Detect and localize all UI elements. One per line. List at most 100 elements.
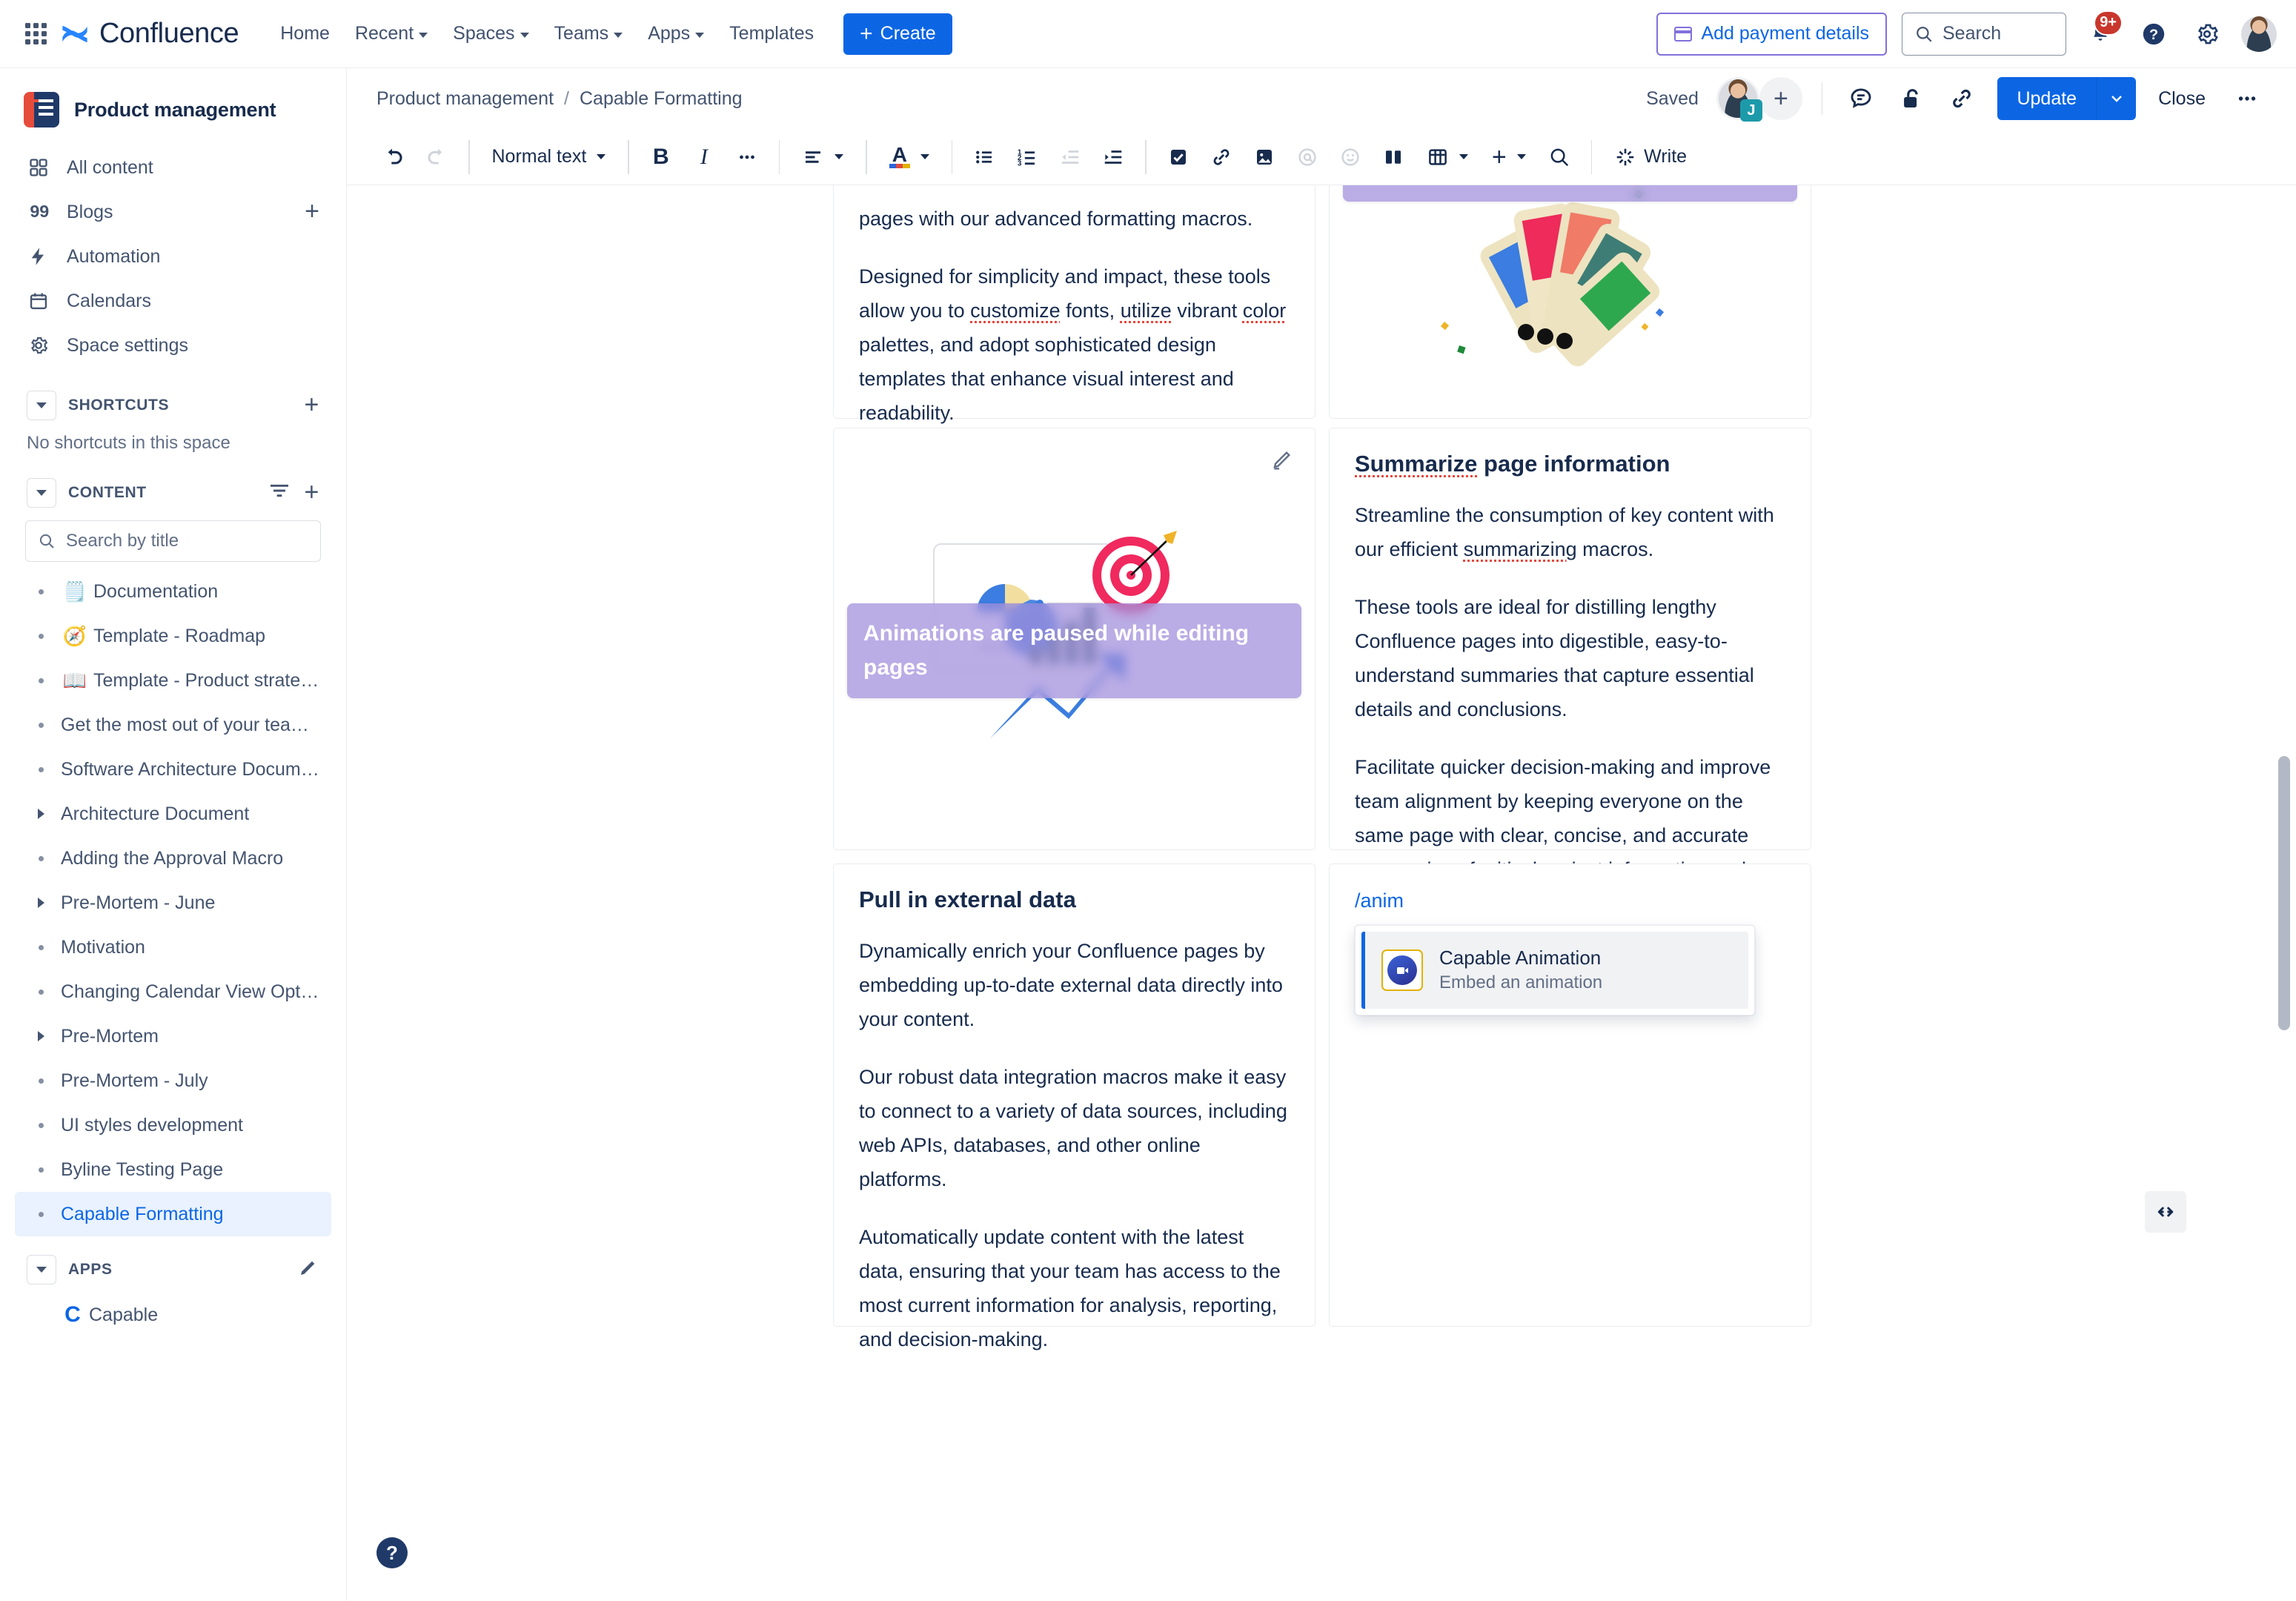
indent-button[interactable]	[1092, 136, 1135, 179]
user-avatar[interactable]	[2241, 16, 2277, 52]
editor-canvas[interactable]: pages with our advanced formatting macro…	[347, 185, 2296, 1601]
action-item-button[interactable]	[1157, 136, 1200, 179]
add-content-button[interactable]: +	[305, 480, 319, 505]
tree-item[interactable]: Changing Calendar View Opti…	[15, 969, 331, 1014]
redo-button[interactable]	[415, 136, 458, 179]
vertical-scrollbar-thumb[interactable]	[2278, 756, 2290, 1030]
layout-column-text-1[interactable]: pages with our advanced formatting macro…	[833, 185, 1315, 550]
layout-column-animation-1[interactable]: Animations are paused while editing page…	[1329, 185, 1811, 419]
insert-table-dropdown[interactable]	[1415, 136, 1480, 179]
shortcuts-collapse-button[interactable]	[27, 391, 56, 420]
bold-button[interactable]: B	[640, 136, 683, 179]
restrictions-button[interactable]	[1892, 79, 1931, 118]
breadcrumb-page[interactable]: Capable Formatting	[580, 88, 743, 110]
undo-button[interactable]	[372, 136, 415, 179]
tree-item[interactable]: Capable Formatting	[15, 1192, 331, 1236]
confluence-home-link[interactable]: Confluence	[61, 18, 239, 50]
editor-help-button[interactable]: ?	[376, 1537, 408, 1568]
content-collapse-button[interactable]	[27, 478, 56, 508]
nav-item-spaces[interactable]: Spaces	[441, 16, 540, 52]
tree-item[interactable]: 📖 Template - Product strategy	[15, 658, 331, 703]
layout-column-animation-2[interactable]: Animations are paused while editing page…	[833, 428, 1315, 850]
search-input[interactable]: Search	[1902, 12, 2066, 56]
nav-item-apps[interactable]: Apps	[636, 16, 716, 52]
text-color-dropdown[interactable]: A	[877, 136, 941, 179]
expand-chevron-icon[interactable]	[25, 898, 56, 908]
insert-image-button[interactable]	[1243, 136, 1286, 179]
add-shortcut-button[interactable]: +	[305, 392, 319, 417]
nav-item-templates[interactable]: Templates	[717, 16, 826, 52]
expand-chevron-icon[interactable]	[25, 809, 56, 819]
ai-write-button[interactable]: Write	[1602, 136, 1699, 179]
mention-button[interactable]	[1286, 136, 1329, 179]
apps-collapse-button[interactable]	[27, 1255, 56, 1285]
notifications-button[interactable]: 9+	[2081, 10, 2123, 53]
tree-item[interactable]: Get the most out of your team…	[15, 703, 331, 747]
nav-item-recent[interactable]: Recent	[343, 16, 439, 52]
sidebar-item-blogs[interactable]: 99 Blogs +	[15, 190, 331, 234]
tree-item[interactable]: Architecture Document	[15, 792, 331, 836]
insert-more-dropdown[interactable]: +	[1480, 136, 1538, 179]
add-collaborator-button[interactable]: +	[1759, 77, 1802, 120]
tree-item[interactable]: UI styles development	[15, 1103, 331, 1147]
insert-link-button[interactable]	[1200, 136, 1243, 179]
outdent-button[interactable]	[1049, 136, 1092, 179]
copy-link-button[interactable]	[1942, 79, 1981, 118]
tree-item-label: Pre-Mortem - July	[61, 1070, 208, 1091]
at-mention-icon	[1298, 147, 1316, 166]
emoji-button[interactable]	[1329, 136, 1372, 179]
tree-item[interactable]: Pre-Mortem - July	[15, 1058, 331, 1103]
layout-column-text-2[interactable]: Summarize page information Streamline th…	[1329, 428, 1811, 915]
nav-item-home[interactable]: Home	[268, 16, 342, 52]
numbered-list-button[interactable]: 1 2 3	[1006, 136, 1049, 179]
update-button[interactable]: Update	[1997, 77, 2097, 120]
breadcrumb-space[interactable]: Product management	[376, 88, 554, 110]
settings-button[interactable]	[2188, 15, 2226, 53]
layout-column-slash-command[interactable]: /anim Capable Animation Embed an animati…	[1329, 864, 1811, 1327]
add-payment-details-button[interactable]: Add payment details	[1656, 12, 1887, 56]
notifications-badge: 9+	[2094, 10, 2123, 36]
bullet-list-button[interactable]	[963, 136, 1006, 179]
sidebar-item-all-content[interactable]: All content	[15, 145, 331, 190]
sidebar-item-space-settings[interactable]: Space settings	[15, 323, 331, 368]
tree-item[interactable]: Software Architecture Docum…	[15, 747, 331, 792]
tree-item[interactable]: Adding the Approval Macro	[15, 836, 331, 881]
help-button[interactable]: ?	[2134, 15, 2173, 53]
column-resize-handle[interactable]	[2145, 1191, 2186, 1233]
page-emoji-icon: 📖	[62, 669, 87, 692]
tree-item[interactable]: Byline Testing Page	[15, 1147, 331, 1192]
sidebar-app-capable[interactable]: C Capable	[15, 1293, 331, 1337]
italic-button[interactable]: I	[683, 136, 726, 179]
sidebar-item-automation[interactable]: Automation	[15, 234, 331, 279]
sidebar-item-calendars[interactable]: Calendars	[15, 279, 331, 323]
create-button[interactable]: + Create	[843, 13, 952, 55]
expand-chevron-icon[interactable]	[25, 1031, 56, 1041]
text-style-dropdown[interactable]: Normal text	[480, 136, 618, 179]
tree-item[interactable]: Motivation	[15, 925, 331, 969]
divider	[1821, 82, 1823, 115]
close-button[interactable]: Close	[2148, 77, 2216, 120]
app-switcher-button[interactable]	[19, 18, 52, 50]
nav-item-teams[interactable]: Teams	[543, 16, 635, 52]
tree-item[interactable]: Pre-Mortem - June	[15, 881, 331, 925]
layout-column-text-3[interactable]: Pull in external data Dynamically enrich…	[833, 864, 1315, 1350]
suggestion-item-capable-animation[interactable]: Capable Animation Embed an animation	[1361, 932, 1748, 1009]
collaborator-avatar[interactable]: J	[1716, 77, 1762, 122]
update-options-button[interactable]	[2096, 77, 2137, 120]
tree-item[interactable]: Pre-Mortem	[15, 1014, 331, 1058]
more-formatting-button[interactable]	[726, 136, 769, 179]
edit-macro-button[interactable]	[1270, 448, 1294, 475]
tree-search-input[interactable]: Search by title	[25, 520, 321, 562]
tree-item[interactable]: 🗒️ Documentation	[15, 569, 331, 614]
insert-layout-button[interactable]	[1372, 136, 1415, 179]
filter-content-button[interactable]	[268, 479, 291, 507]
edit-apps-button[interactable]	[297, 1256, 319, 1283]
more-actions-button[interactable]	[2228, 79, 2266, 118]
text-align-dropdown[interactable]	[790, 136, 855, 179]
bullet-dot	[38, 989, 44, 995]
find-replace-button[interactable]	[1538, 136, 1581, 179]
create-blog-button[interactable]: +	[305, 199, 319, 224]
tree-item[interactable]: 🧭 Template - Roadmap	[15, 614, 331, 658]
space-header[interactable]: Product management	[0, 68, 346, 145]
comments-button[interactable]	[1842, 79, 1880, 118]
